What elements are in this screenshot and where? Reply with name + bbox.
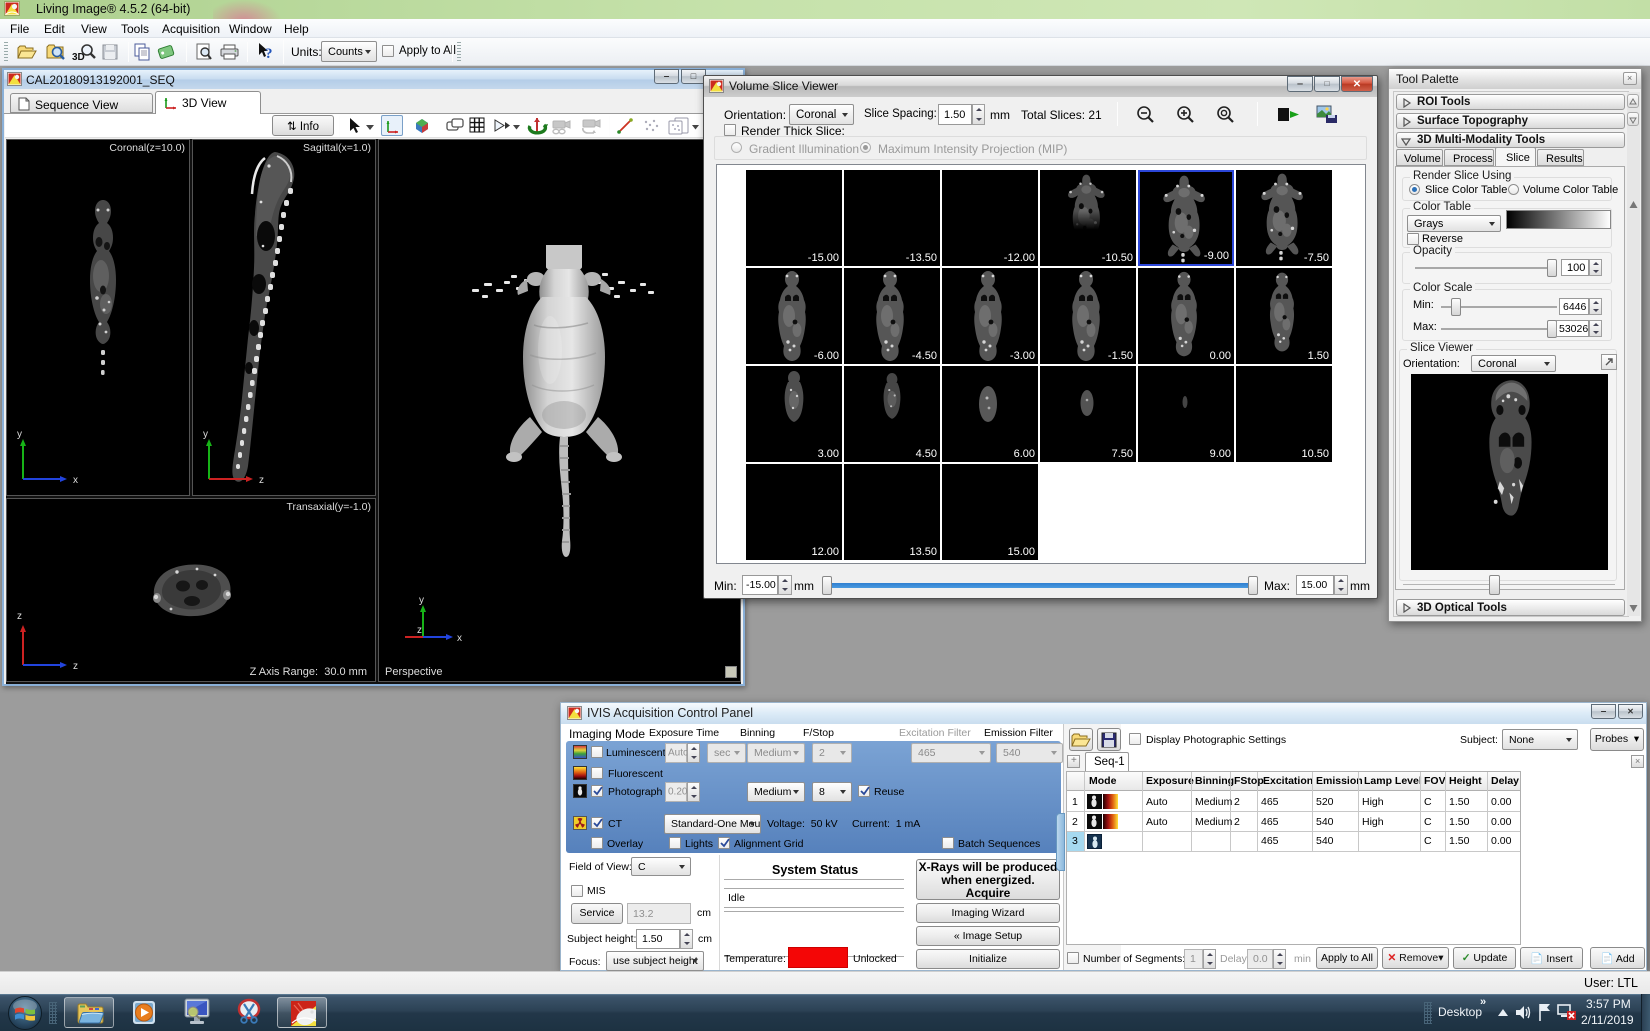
svg-text:y: y [203,429,208,440]
svg-text:z: z [73,661,78,672]
svg-text:y: y [419,595,424,606]
svg-text:z: z [259,475,264,486]
svg-text:?: ? [265,46,273,62]
svg-text:x: x [73,475,78,486]
svg-text:x: x [457,633,462,644]
svg-text:z: z [417,625,422,636]
svg-text:y: y [17,429,22,440]
svg-text:z: z [17,611,22,622]
